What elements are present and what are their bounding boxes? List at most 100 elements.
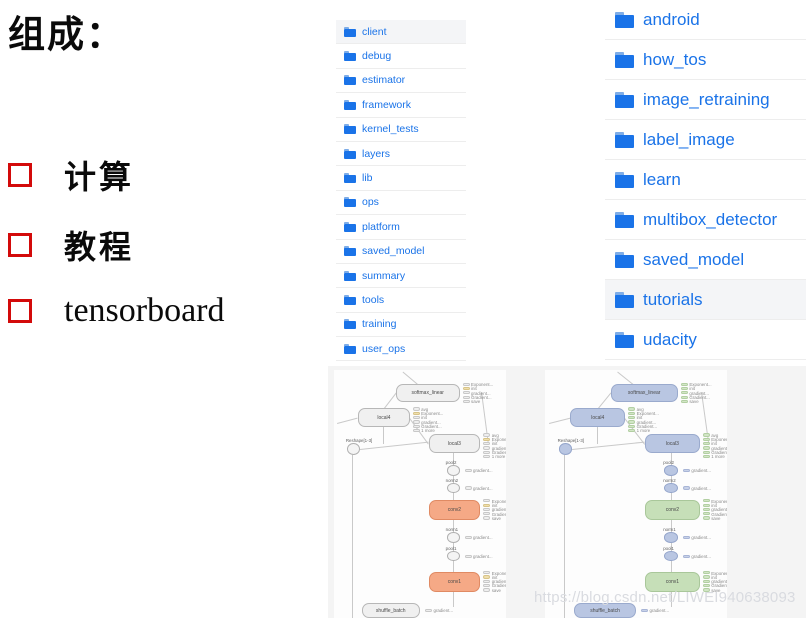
graph-annotation-label: save	[711, 587, 721, 593]
file-list-item[interactable]: platform	[336, 215, 466, 240]
graph-op-label: Reshape[1-3]	[345, 438, 373, 444]
graph-node[interactable]: conv1	[428, 572, 481, 592]
graph-annotation-chip	[628, 416, 636, 420]
graph-op-label: norm2	[663, 477, 676, 483]
graph-op-label: pool2	[445, 460, 457, 466]
folder-icon	[344, 51, 356, 62]
file-list-item[interactable]: multibox_detector	[605, 200, 806, 240]
graph-edge	[597, 392, 612, 409]
folder-icon	[615, 291, 634, 308]
graph-edge	[383, 392, 397, 409]
graph-annotation-chip	[702, 575, 710, 579]
graph-annotation-chip	[680, 391, 688, 395]
graph-annotation-label: gradient...	[473, 468, 493, 474]
graph-op-node[interactable]	[664, 551, 678, 562]
graph-annotation-chip	[483, 437, 491, 441]
graph-annotation-chip	[680, 399, 688, 404]
graph-op-node[interactable]	[446, 482, 460, 494]
file-name-label: ops	[362, 196, 379, 209]
graph-annotation-chip	[412, 416, 420, 420]
graph-op-node[interactable]	[446, 532, 460, 543]
graph-annotation-chip	[464, 536, 472, 540]
file-list-item[interactable]: estimator	[336, 68, 466, 94]
file-list-item[interactable]: ops	[336, 190, 466, 216]
graph-node[interactable]: shuffle_batch	[361, 603, 420, 618]
graph-op-node[interactable]	[558, 443, 573, 456]
graph-annotation-chip	[483, 433, 491, 437]
graph-op-node[interactable]	[664, 465, 678, 476]
graph-annotation-chip	[483, 450, 491, 454]
bullet-label-0: 计算	[64, 158, 135, 196]
file-list-item[interactable]: tutorials	[605, 280, 806, 320]
file-list-item[interactable]: label_image	[605, 120, 806, 160]
file-list-item[interactable]: kernel_tests	[336, 117, 466, 142]
file-list-item[interactable]: training	[336, 312, 466, 338]
folder-icon	[344, 343, 356, 354]
tensorboard-graph-default[interactable]: softmax_linear Exponent... init gradient...…	[334, 370, 506, 618]
file-name-label: training	[362, 318, 397, 331]
file-list-item[interactable]: user_ops	[336, 337, 466, 362]
graph-op-label: pool1	[663, 546, 674, 552]
tensorboard-graph-strip: softmax_linear Exponent... init gradient...…	[328, 366, 806, 618]
file-list-item[interactable]: udacity	[605, 320, 806, 360]
graph-annotation-chip	[628, 424, 636, 428]
graph-annotation-chip	[462, 399, 470, 404]
graph-annotation-label: gradient...	[473, 535, 493, 541]
graph-annotation-chip	[412, 407, 420, 411]
file-name-label: learn	[643, 169, 681, 189]
graph-annotation-chip	[702, 499, 710, 503]
graph-annotation-chip	[483, 442, 491, 446]
graph-annotation-chip	[483, 454, 491, 459]
graph-annotation-label: 1 more	[421, 428, 435, 434]
file-list-item[interactable]: saved_model	[336, 239, 466, 264]
graph-edge	[352, 455, 354, 618]
graph-annotation-chip	[702, 516, 710, 520]
graph-node[interactable]: conv2	[645, 500, 700, 521]
file-list-item[interactable]: tools	[336, 288, 466, 313]
graph-node[interactable]: softmax_linear	[395, 383, 460, 403]
file-list-item[interactable]: debug	[336, 44, 466, 69]
graph-op-node[interactable]	[664, 532, 678, 543]
file-name-label: framework	[362, 98, 412, 111]
file-list-item[interactable]: lib	[336, 166, 466, 191]
graph-annotation-chip	[483, 584, 491, 588]
folder-icon	[344, 294, 356, 305]
file-list-item[interactable]: image_retraining	[605, 80, 806, 120]
graph-node[interactable]: local4	[358, 408, 410, 428]
graph-node[interactable]: conv1	[645, 572, 700, 592]
file-list-item[interactable]: summary	[336, 263, 466, 289]
file-list-item[interactable]: android	[605, 0, 806, 40]
graph-annotation-label: 1 more	[491, 454, 506, 460]
folder-icon	[344, 319, 356, 330]
graph-annotation-chip	[483, 503, 491, 507]
graph-annotation-chip	[462, 386, 470, 391]
tensorboard-graph-colored[interactable]: softmax_linear Exponent... init gradient...…	[545, 370, 727, 618]
graph-op-node[interactable]	[446, 465, 460, 476]
graph-op-node[interactable]	[446, 551, 460, 562]
folder-icon	[615, 131, 634, 148]
file-list-item[interactable]: learn	[605, 160, 806, 200]
graph-edge	[453, 493, 455, 501]
graph-node[interactable]: local3	[428, 434, 481, 454]
graph-node[interactable]: conv2	[428, 500, 481, 521]
folder-icon	[344, 173, 356, 184]
graph-op-node[interactable]	[664, 482, 678, 494]
graph-node[interactable]: softmax_linear	[610, 383, 678, 403]
file-name-label: kernel_tests	[362, 123, 419, 136]
file-name-label: client	[362, 25, 387, 38]
file-list-item[interactable]: framework	[336, 93, 466, 118]
graph-op-label: pool1	[445, 546, 457, 552]
file-list-item[interactable]: saved_model	[605, 240, 806, 280]
graph-op-node[interactable]	[346, 443, 360, 456]
graph-node[interactable]: shuffle_batch	[574, 603, 636, 618]
file-list-item[interactable]: how_tos	[605, 40, 806, 80]
graph-annotation-label: save	[491, 587, 501, 593]
file-name-label: image_retraining	[643, 89, 770, 109]
graph-annotation-chip	[464, 554, 472, 558]
file-list-item[interactable]: client	[336, 20, 466, 45]
graph-node[interactable]: local4	[570, 408, 626, 428]
graph-node[interactable]: local3	[645, 434, 700, 454]
graph-annotation-chip	[483, 499, 491, 503]
file-list-item[interactable]: layers	[336, 141, 466, 167]
graph-annotation-chip	[702, 437, 710, 441]
